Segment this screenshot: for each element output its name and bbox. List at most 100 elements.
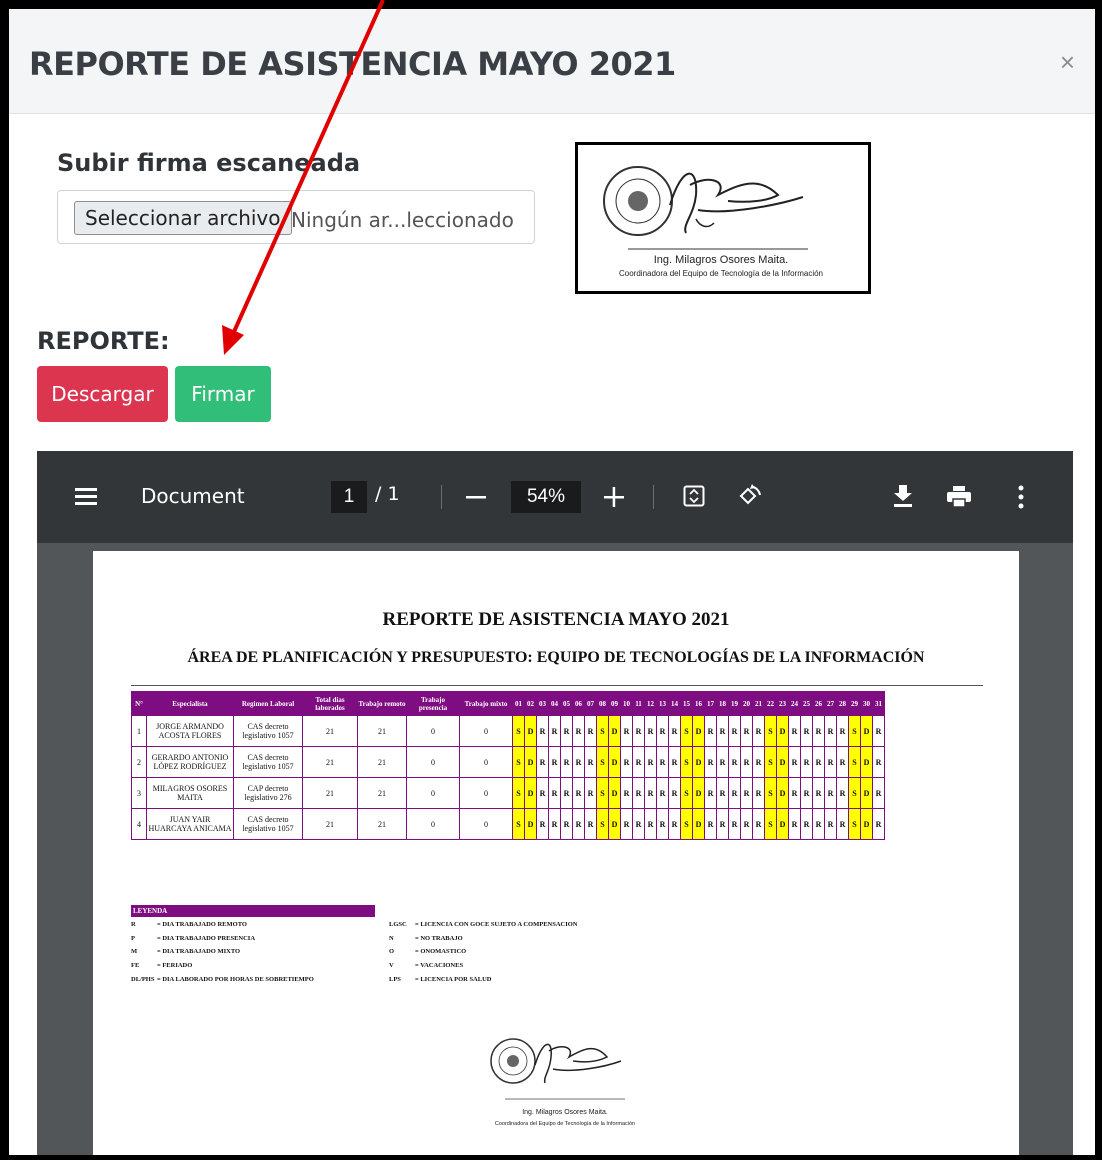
choose-file-button[interactable]: Seleccionar archivo — [74, 201, 292, 235]
day-cell: R — [572, 715, 585, 747]
day-cell: R — [584, 808, 597, 840]
legend-text: = NO TRABAJO — [415, 934, 463, 942]
document-signature: Ing. Milagros Osores Maita. Coordinadora… — [465, 1021, 665, 1155]
legend-code: N — [389, 934, 394, 942]
table-header-row: N° Especialista Regimen Laboral Total días … — [131, 691, 885, 716]
cell-remoto: 21 — [357, 777, 407, 809]
legend-text: = DIA TRABAJADO REMOTO — [157, 921, 247, 928]
day-cell: R — [800, 777, 813, 809]
day-cell: R — [836, 715, 849, 747]
day-cell: R — [752, 808, 765, 840]
rotate-icon[interactable] — [735, 483, 763, 509]
day-cell: R — [548, 808, 561, 840]
column-header: Total días laborados — [302, 691, 358, 716]
modal-dialog: REPORTE DE ASISTENCIA MAYO 2021 × Subir … — [6, 6, 1098, 1158]
day-header: 30 — [860, 691, 873, 716]
zoom-level[interactable]: 54% — [511, 481, 581, 513]
day-cell: S — [512, 715, 525, 747]
sign-button[interactable]: Firmar — [175, 366, 271, 422]
day-cell: R — [740, 746, 753, 778]
day-header: 03 — [536, 691, 549, 716]
zoom-in-icon[interactable] — [603, 487, 625, 507]
cell-regimen: CAS decreto legislativo 1057 — [233, 715, 303, 747]
cell-n: 4 — [131, 808, 147, 840]
close-icon[interactable]: × — [1060, 47, 1075, 78]
day-header: 25 — [800, 691, 813, 716]
legend-item: P = DIA TRABAJADO PRESENCIA — [131, 935, 314, 949]
day-cell: R — [836, 777, 849, 809]
day-cell: R — [872, 746, 885, 778]
day-header: 13 — [656, 691, 669, 716]
page-total: / 1 — [375, 483, 400, 505]
day-header: 16 — [692, 691, 705, 716]
day-cell: R — [704, 715, 717, 747]
cell-regimen: CAP decreto legislativo 276 — [233, 777, 303, 809]
day-cell: R — [728, 777, 741, 809]
cell-regimen: CAS decreto legislativo 1057 — [233, 808, 303, 840]
day-cell: R — [560, 746, 573, 778]
legend-item: DL/PHS = DIA LABORADO POR HORAS DE SOBRET… — [131, 976, 314, 990]
cell-mixto: 0 — [459, 808, 513, 840]
legend-left-column: R = DIA TRABAJADO REMOTO P = DIA TRABAJADO … — [131, 921, 314, 989]
day-cell: S — [764, 715, 777, 747]
day-cell: R — [632, 715, 645, 747]
day-cell: R — [788, 746, 801, 778]
day-cell: D — [776, 715, 789, 747]
file-input[interactable]: Seleccionar archivo Ningún ar...lecciona… — [57, 190, 535, 244]
day-cell: R — [584, 715, 597, 747]
print-icon[interactable] — [947, 486, 971, 508]
zoom-out-icon[interactable] — [465, 487, 487, 507]
download-icon[interactable] — [893, 485, 913, 507]
day-header: 24 — [788, 691, 801, 716]
day-cell: R — [656, 808, 669, 840]
day-cell: R — [824, 808, 837, 840]
document-signature-image — [490, 1038, 625, 1100]
day-cell: S — [848, 715, 861, 747]
day-header: 28 — [836, 691, 849, 716]
legend-code: LGSC — [389, 921, 407, 928]
column-header: Trabajo presencia — [406, 691, 460, 716]
cell-total: 21 — [302, 777, 358, 809]
toolbar-divider — [653, 485, 654, 509]
column-header: Regimen Laboral — [233, 691, 303, 716]
pdf-page: REPORTE DE ASISTENCIA MAYO 2021 ÁREA DE … — [93, 551, 1019, 1155]
day-cell: D — [524, 715, 537, 747]
cell-total: 21 — [302, 746, 358, 778]
table-row: 3 MILAGROS OSORES MAITA CAP decreto legisl… — [131, 777, 885, 809]
column-header: Especialista — [146, 691, 234, 716]
day-cell: R — [704, 777, 717, 809]
download-button[interactable]: Descargar — [37, 366, 168, 422]
day-cell: R — [800, 715, 813, 747]
day-cell: D — [860, 777, 873, 809]
attendance-table: N° Especialista Regimen Laboral Total días … — [131, 691, 885, 840]
day-cell: R — [824, 777, 837, 809]
pdf-viewer[interactable]: Document 1 / 1 54% REPORTE DE ASISTENCIA… — [37, 451, 1073, 1155]
day-cell: D — [860, 715, 873, 747]
day-cell: R — [668, 715, 681, 747]
day-cell: R — [584, 777, 597, 809]
day-cell: D — [692, 746, 705, 778]
day-header: 06 — [572, 691, 585, 716]
modal-header: REPORTE DE ASISTENCIA MAYO 2021 × — [9, 9, 1095, 114]
doc-divider — [131, 685, 983, 686]
day-cell: R — [716, 808, 729, 840]
day-cell: R — [536, 715, 549, 747]
table-row: 1 JORGE ARMANDO ACOSTA FLORES CAS decreto … — [131, 715, 885, 747]
day-cell: R — [872, 777, 885, 809]
cell-presencia: 0 — [406, 808, 460, 840]
day-header: 10 — [620, 691, 633, 716]
fit-page-icon[interactable] — [683, 485, 705, 507]
day-header: 09 — [608, 691, 621, 716]
legend-code: M — [131, 948, 138, 956]
legend-item: N = NO TRABAJO — [389, 935, 578, 949]
more-icon[interactable] — [1017, 485, 1025, 509]
day-header: 12 — [644, 691, 657, 716]
cell-n: 2 — [131, 746, 147, 778]
page-number-input[interactable]: 1 — [331, 481, 367, 513]
day-cell: D — [860, 808, 873, 840]
menu-icon[interactable] — [75, 487, 99, 507]
day-cell: R — [836, 746, 849, 778]
legend-text: = VACACIONES — [415, 962, 464, 970]
day-cell: R — [728, 715, 741, 747]
day-cell: D — [524, 777, 537, 809]
